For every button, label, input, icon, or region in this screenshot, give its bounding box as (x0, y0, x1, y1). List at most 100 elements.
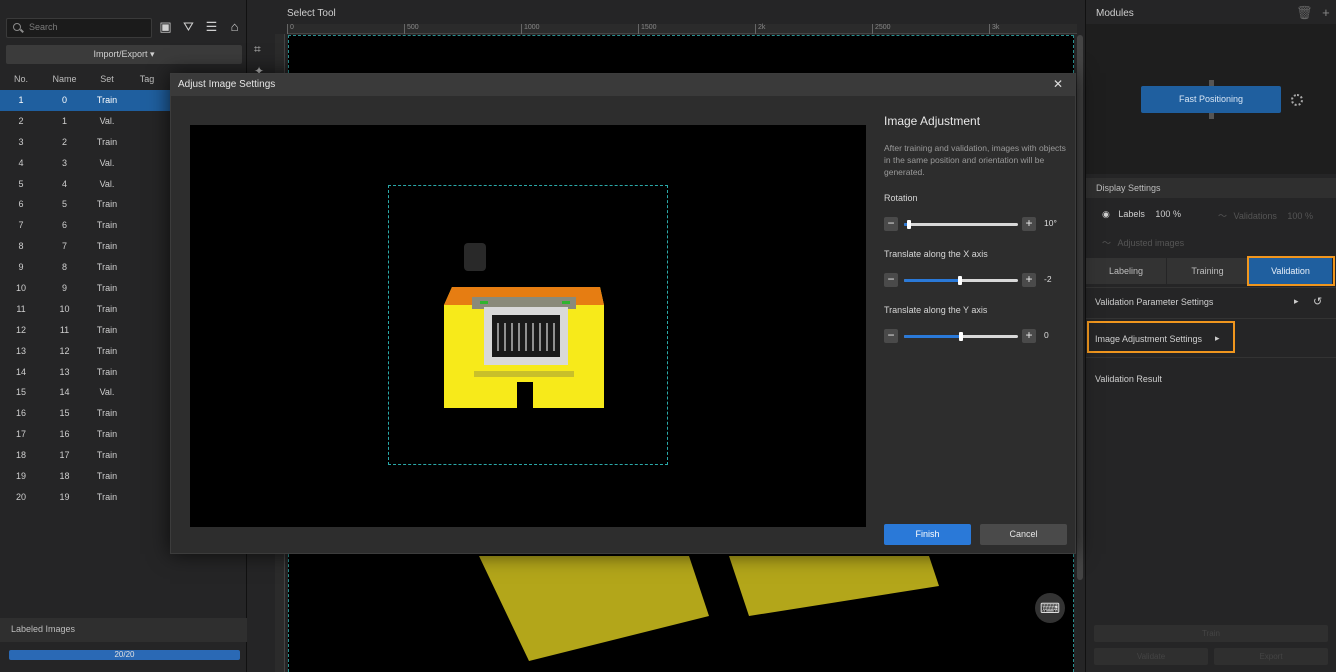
ruler-tick-label: 3k (989, 24, 999, 34)
tab-labeling[interactable]: Labeling (1086, 258, 1167, 284)
eye-icon: ◉ (1102, 209, 1110, 219)
row-set: Val. (99, 387, 115, 398)
folder-icon[interactable]: ⌂ (227, 19, 242, 34)
divider (1086, 357, 1336, 358)
row-name: 15 (59, 408, 70, 419)
row-name: 10 (59, 303, 70, 314)
row-set: Val. (99, 157, 115, 168)
row-set: Train (96, 283, 118, 294)
slider-handle[interactable] (906, 220, 911, 229)
expand-arrow-icon[interactable]: ▸ (1294, 296, 1299, 307)
export-button[interactable]: Export (1214, 648, 1328, 665)
validations-toggle[interactable]: 〜 Validations 100 % (1218, 209, 1313, 222)
column-header-tag[interactable]: Tag (127, 70, 167, 88)
row-no: 3 (18, 136, 24, 147)
adjusted-images-toggle[interactable]: 〜 Adjusted images (1102, 236, 1184, 249)
slider-handle[interactable] (957, 276, 962, 285)
row-no: 12 (15, 324, 26, 335)
fast-positioning-module[interactable]: Fast Positioning (1141, 86, 1281, 113)
search-input[interactable]: Search (6, 18, 152, 38)
row-no: 19 (15, 471, 26, 482)
row-name: 2 (61, 136, 67, 147)
minus-icon[interactable]: − (884, 273, 898, 287)
row-set: Train (96, 303, 118, 314)
vertical-scrollbar[interactable] (1077, 35, 1083, 580)
row-no: 18 (15, 450, 26, 461)
app-window: Search ▣ ⛛ ☰ ⌂ Import/Export ▾ No. Name … (0, 0, 1336, 672)
row-no: 17 (15, 429, 26, 440)
keyboard-icon[interactable]: ⌨ (1035, 593, 1065, 623)
row-set: Train (96, 429, 118, 440)
close-icon[interactable]: ✕ (1053, 77, 1063, 91)
divider (1086, 318, 1336, 319)
train-button[interactable]: Train (1094, 625, 1328, 642)
tab-validation[interactable]: Validation (1247, 256, 1335, 286)
image-add-icon[interactable]: ▣ (158, 19, 173, 34)
row-set: Train (96, 345, 118, 356)
rotation-label: Rotation (884, 193, 918, 203)
hidden-icon: 〜 (1102, 238, 1112, 248)
labeled-images-title: Labeled Images (0, 618, 247, 642)
column-header-set[interactable]: Set (87, 70, 127, 88)
plus-icon[interactable]: + (1022, 329, 1036, 343)
add-icon[interactable]: + (1322, 5, 1330, 20)
slider-handle[interactable] (959, 332, 963, 341)
slider-track[interactable] (904, 220, 1018, 229)
labeled-progress-bar: 20/20 (9, 650, 240, 660)
cancel-button[interactable]: Cancel (980, 524, 1067, 545)
row-set: Val. (99, 178, 115, 189)
list-toolbar: ▣ ⛛ ☰ ⌂ (158, 19, 242, 34)
validate-button[interactable]: Validate (1094, 648, 1208, 665)
row-name: 13 (59, 366, 70, 377)
row-no: 6 (18, 199, 24, 210)
labels-opacity: 100 % (1155, 209, 1181, 219)
validation-parameter-settings[interactable]: Validation Parameter Settings (1095, 297, 1213, 307)
list-view-icon[interactable]: ☰ (204, 19, 219, 34)
panel-description: After training and validation, images wi… (884, 143, 1066, 177)
row-name: 4 (61, 178, 67, 189)
labels-toggle[interactable]: ◉ Labels 100 % (1102, 209, 1181, 220)
row-name: 1 (61, 115, 67, 126)
expand-arrow-icon[interactable]: ▸ (1215, 333, 1220, 344)
row-no: 15 (15, 387, 26, 398)
image-adjustment-settings[interactable]: Image Adjustment Settings (1095, 334, 1202, 344)
row-no: 5 (18, 178, 24, 189)
plus-icon[interactable]: + (1022, 273, 1036, 287)
row-name: 5 (61, 199, 67, 210)
translate-y-slider: − + 0 (884, 329, 1074, 343)
row-set: Train (96, 95, 118, 105)
trash-icon[interactable]: 🗑 (1296, 5, 1313, 20)
progress-text: 20/20 (114, 650, 135, 659)
row-name: 14 (59, 387, 70, 398)
slider-track[interactable] (904, 276, 1018, 285)
translate-x-slider: − + -2 (884, 273, 1074, 287)
row-set: Train (96, 491, 118, 502)
image-adjustment-panel: Image Adjustment After training and vali… (876, 96, 1075, 553)
minus-icon[interactable]: − (884, 217, 898, 231)
top-ruler: 0 500 1000 1500 2k 2500 3k (287, 24, 1077, 34)
rotation-value: 10° (1044, 218, 1057, 228)
minus-icon[interactable]: − (884, 329, 898, 343)
column-header-no[interactable]: No. (0, 70, 42, 88)
row-no: 16 (15, 408, 26, 419)
filter-icon[interactable]: ⛛ (181, 19, 196, 34)
finish-button[interactable]: Finish (884, 524, 971, 545)
translate-x-label: Translate along the X axis (884, 249, 988, 259)
hidden-icon: 〜 (1218, 211, 1228, 221)
rotation-slider: − + 10° (884, 217, 1074, 231)
plus-icon[interactable]: + (1022, 217, 1036, 231)
import-export-button[interactable]: Import/Export ▾ (6, 45, 242, 64)
column-header-name[interactable]: Name (42, 70, 87, 88)
tab-training[interactable]: Training (1167, 258, 1249, 284)
slider-track[interactable] (904, 332, 1018, 341)
row-name: 8 (61, 262, 67, 273)
search-placeholder: Search (29, 22, 58, 32)
row-no: 2 (18, 115, 24, 126)
dialog-title: Adjust Image Settings (178, 79, 276, 90)
modules-title: Modules (1096, 8, 1134, 19)
validation-result-title: Validation Result (1095, 374, 1162, 384)
display-settings-title: Display Settings (1086, 178, 1336, 198)
row-no: 9 (18, 262, 24, 273)
history-icon[interactable]: ↺ (1313, 295, 1322, 308)
select-tool-icon[interactable]: ⌗ (254, 42, 261, 57)
